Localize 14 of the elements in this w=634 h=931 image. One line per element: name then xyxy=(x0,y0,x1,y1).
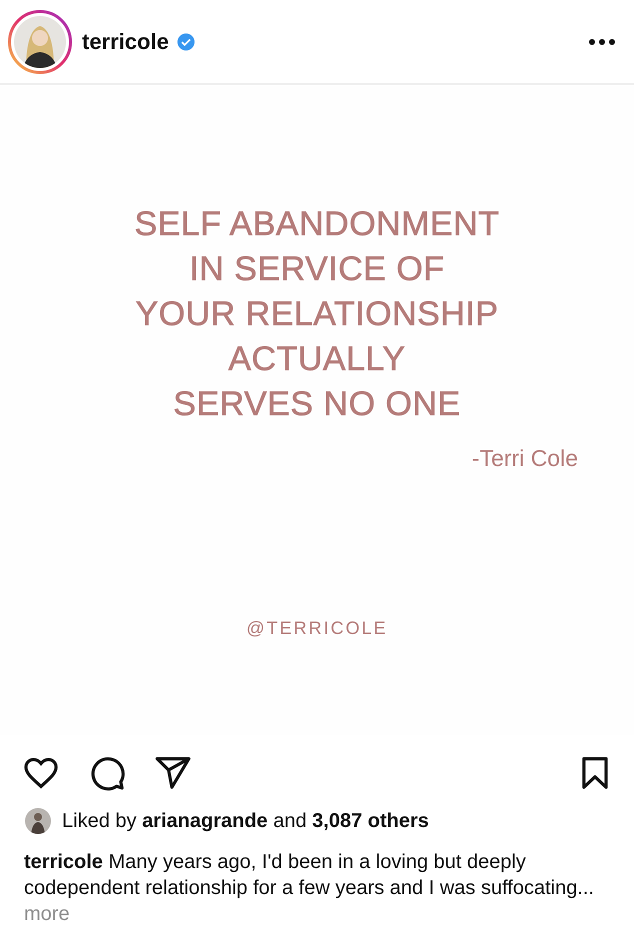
send-icon[interactable] xyxy=(154,754,192,792)
quote-line: IN SERVICE OF xyxy=(189,249,445,290)
quote-line: ACTUALLY xyxy=(228,339,406,380)
image-handle: @TERRICOLE xyxy=(246,618,388,639)
quote-line: SELF ABANDONMENT xyxy=(134,204,500,245)
quote-attribution: -Terri Cole xyxy=(472,445,578,472)
likes-text: Liked by arianagrande and 3,087 others xyxy=(62,810,429,832)
more-options-icon[interactable] xyxy=(588,38,616,46)
username[interactable]: terricole xyxy=(82,28,169,54)
quote-line: SERVES NO ONE xyxy=(173,384,461,425)
profile-avatar[interactable] xyxy=(8,10,72,74)
quote-line: YOUR RELATIONSHIP xyxy=(135,294,499,335)
post-caption: terricole Many years ago, I'd been in a loving but deeply codependent relationship for a few years and I was suffocating... more xyxy=(24,850,595,927)
liker-avatar[interactable] xyxy=(24,807,52,835)
